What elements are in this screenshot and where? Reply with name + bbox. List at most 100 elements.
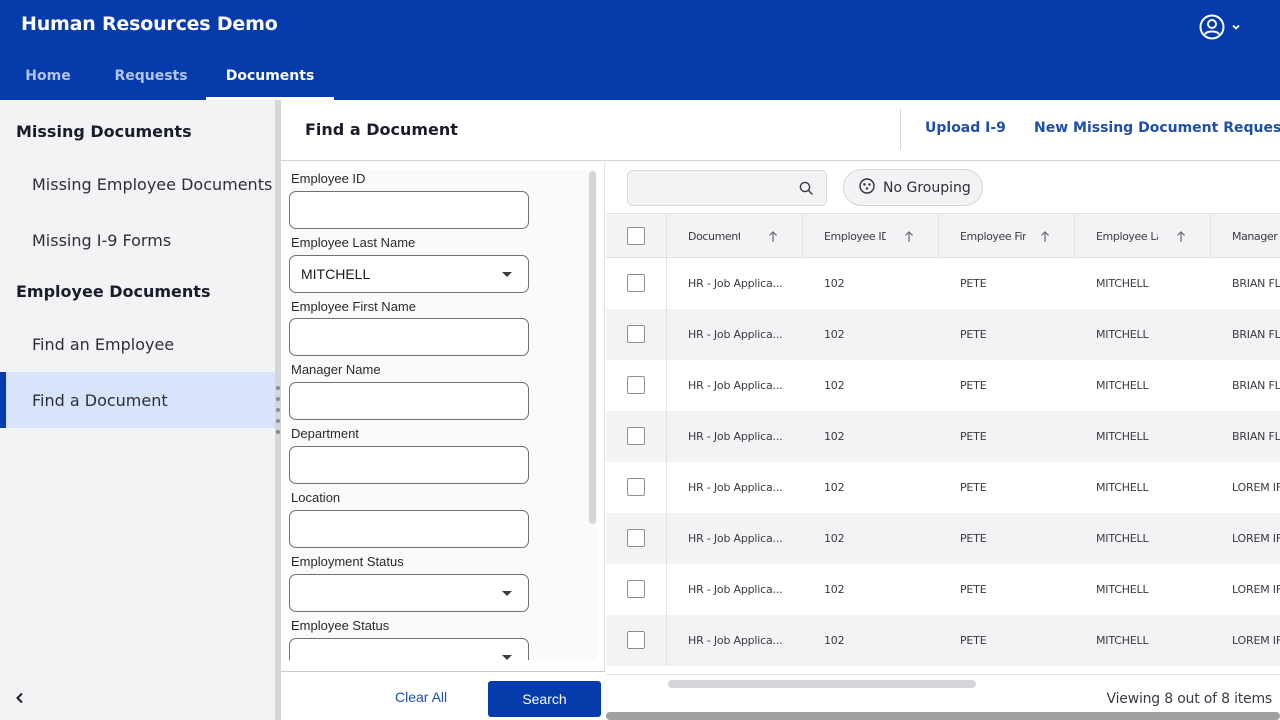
table-row[interactable]: HR - Job Applica... 102 PETE MITCHELL LOREM …	[606, 462, 1280, 513]
location-label: Location	[291, 490, 341, 505]
grouping-button[interactable]: No Grouping	[843, 169, 983, 206]
new-missing-document-request-link[interactable]: New Missing Document Request	[1034, 120, 1280, 136]
row-checkbox[interactable]	[627, 478, 645, 496]
column-divider	[938, 214, 939, 259]
employee-last-name-select[interactable]: MITCHELL	[289, 255, 529, 293]
filter-panel: Employee ID Employee Last Name MITCHELL …	[281, 162, 605, 720]
grid-header-row: Document Ty Employee ID Employee Firs Em…	[606, 213, 1280, 259]
resize-grip-icon[interactable]	[276, 386, 280, 434]
cell-manager-name: BRIAN FL	[1232, 379, 1280, 392]
search-button[interactable]: Search	[488, 681, 601, 717]
cell-employee-id: 102	[824, 481, 845, 494]
sort-ascending-icon[interactable]	[903, 229, 915, 243]
employee-status-label: Employee Status	[291, 618, 390, 633]
table-row[interactable]: HR - Job Applica... 102 PETE MITCHELL BRIAN …	[606, 411, 1280, 462]
sidebar-item-label: Find an Employee	[32, 334, 175, 354]
sidebar-item-label: Missing Employee Documents	[32, 174, 273, 194]
tab-documents[interactable]: Documents	[206, 52, 334, 100]
row-checkbox[interactable]	[627, 274, 645, 292]
results-grid: No Grouping Document Ty Employee ID Empl…	[606, 162, 1280, 720]
sort-ascending-icon[interactable]	[1039, 229, 1051, 243]
tab-requests[interactable]: Requests	[96, 52, 206, 100]
row-checkbox[interactable]	[627, 580, 645, 598]
header-divider	[900, 109, 901, 150]
table-row[interactable]: HR - Job Applica... 102 PETE MITCHELL BRIAN …	[606, 258, 1280, 309]
employee-last-name-label: Employee Last Name	[291, 235, 416, 250]
cell-employee-last-name: MITCHELL	[1096, 379, 1149, 392]
cell-document-type: HR - Job Applica...	[688, 379, 783, 392]
profile-menu-button[interactable]	[1199, 14, 1245, 40]
column-divider	[666, 513, 667, 564]
employee-first-name-label: Employee First Name	[291, 299, 416, 314]
column-header-document-type[interactable]: Document Ty	[688, 214, 740, 259]
cell-manager-name: LOREM IF	[1232, 583, 1280, 596]
page-horizontal-scrollbar[interactable]	[606, 712, 1280, 720]
select-all-checkbox[interactable]	[627, 227, 645, 245]
sidebar-item-find-an-employee[interactable]: Find an Employee	[0, 316, 275, 372]
cell-manager-name: BRIAN FL	[1232, 328, 1280, 341]
main-nav: Home Requests Documents	[0, 52, 334, 100]
cell-employee-id: 102	[824, 277, 845, 290]
manager-name-input[interactable]	[289, 382, 529, 420]
tab-home[interactable]: Home	[0, 52, 96, 100]
column-header-manager-name[interactable]: Manager I	[1232, 214, 1280, 259]
sidebar-item-find-a-document[interactable]: Find a Document	[0, 372, 275, 428]
sidebar-item-label: Missing I-9 Forms	[32, 230, 172, 250]
cell-employee-id: 102	[824, 634, 845, 647]
sort-ascending-icon[interactable]	[1175, 229, 1187, 243]
department-label: Department	[291, 426, 359, 441]
column-divider	[666, 258, 667, 309]
cell-employee-last-name: MITCHELL	[1096, 277, 1149, 290]
collapse-sidebar-button[interactable]	[14, 690, 28, 708]
row-checkbox[interactable]	[627, 325, 645, 343]
cell-manager-name: LOREM IF	[1232, 634, 1280, 647]
row-checkbox[interactable]	[627, 427, 645, 445]
manager-name-label: Manager Name	[291, 362, 381, 377]
cell-employee-first-name: PETE	[960, 379, 987, 392]
employment-status-select[interactable]	[289, 574, 529, 612]
sidebar-heading-employee-documents: Employee Documents	[16, 282, 211, 301]
row-checkbox[interactable]	[627, 529, 645, 547]
column-header-employee-last-name[interactable]: Employee Las	[1096, 214, 1158, 259]
page-title: Find a Document	[305, 120, 458, 139]
upload-i9-link[interactable]: Upload I-9	[925, 120, 1006, 136]
sidebar-heading-missing-documents: Missing Documents	[16, 122, 192, 141]
filter-scrollbar[interactable]	[589, 171, 596, 524]
row-checkbox[interactable]	[627, 631, 645, 649]
column-divider	[1074, 214, 1075, 259]
column-header-employee-id[interactable]: Employee ID	[824, 214, 886, 259]
sidebar-item-missing-i9-forms[interactable]: Missing I-9 Forms	[0, 212, 275, 268]
clear-all-button[interactable]: Clear All	[395, 689, 447, 705]
location-input[interactable]	[289, 510, 529, 548]
cell-employee-id: 102	[824, 583, 845, 596]
table-row[interactable]: HR - Job Applica... 102 PETE MITCHELL LOREM …	[606, 615, 1280, 666]
cell-employee-last-name: MITCHELL	[1096, 430, 1149, 443]
filter-footer: Clear All Search	[281, 671, 605, 720]
cell-employee-first-name: PETE	[960, 481, 987, 494]
column-divider	[666, 462, 667, 513]
sort-ascending-icon[interactable]	[767, 229, 779, 243]
tab-label: Requests	[114, 68, 188, 84]
department-input[interactable]	[289, 446, 529, 484]
employee-first-name-input[interactable]	[289, 318, 529, 356]
row-checkbox[interactable]	[627, 376, 645, 394]
sidebar-item-missing-employee-documents[interactable]: Missing Employee Documents	[0, 156, 275, 212]
table-row[interactable]: HR - Job Applica... 102 PETE MITCHELL BRIAN …	[606, 309, 1280, 360]
horizontal-scrollbar[interactable]	[668, 680, 976, 688]
grouping-icon	[859, 177, 875, 198]
employment-status-label: Employment Status	[291, 554, 404, 569]
user-circle-icon	[1199, 14, 1225, 40]
cell-employee-first-name: PETE	[960, 634, 987, 647]
column-header-employee-first-name[interactable]: Employee Firs	[960, 214, 1026, 259]
table-row[interactable]: HR - Job Applica... 102 PETE MITCHELL LOREM …	[606, 564, 1280, 615]
cell-employee-first-name: PETE	[960, 532, 987, 545]
employee-id-input[interactable]	[289, 191, 529, 229]
table-row[interactable]: HR - Job Applica... 102 PETE MITCHELL BRIAN …	[606, 360, 1280, 411]
employee-status-select[interactable]	[289, 638, 529, 660]
cell-employee-last-name: MITCHELL	[1096, 328, 1149, 341]
employee-id-label: Employee ID	[291, 171, 366, 186]
table-row[interactable]: HR - Job Applica... 102 PETE MITCHELL LOREM …	[606, 513, 1280, 564]
grid-search-input[interactable]	[627, 170, 827, 206]
sidebar: Missing Documents Missing Employee Docum…	[0, 100, 275, 720]
caret-down-icon	[502, 591, 512, 596]
